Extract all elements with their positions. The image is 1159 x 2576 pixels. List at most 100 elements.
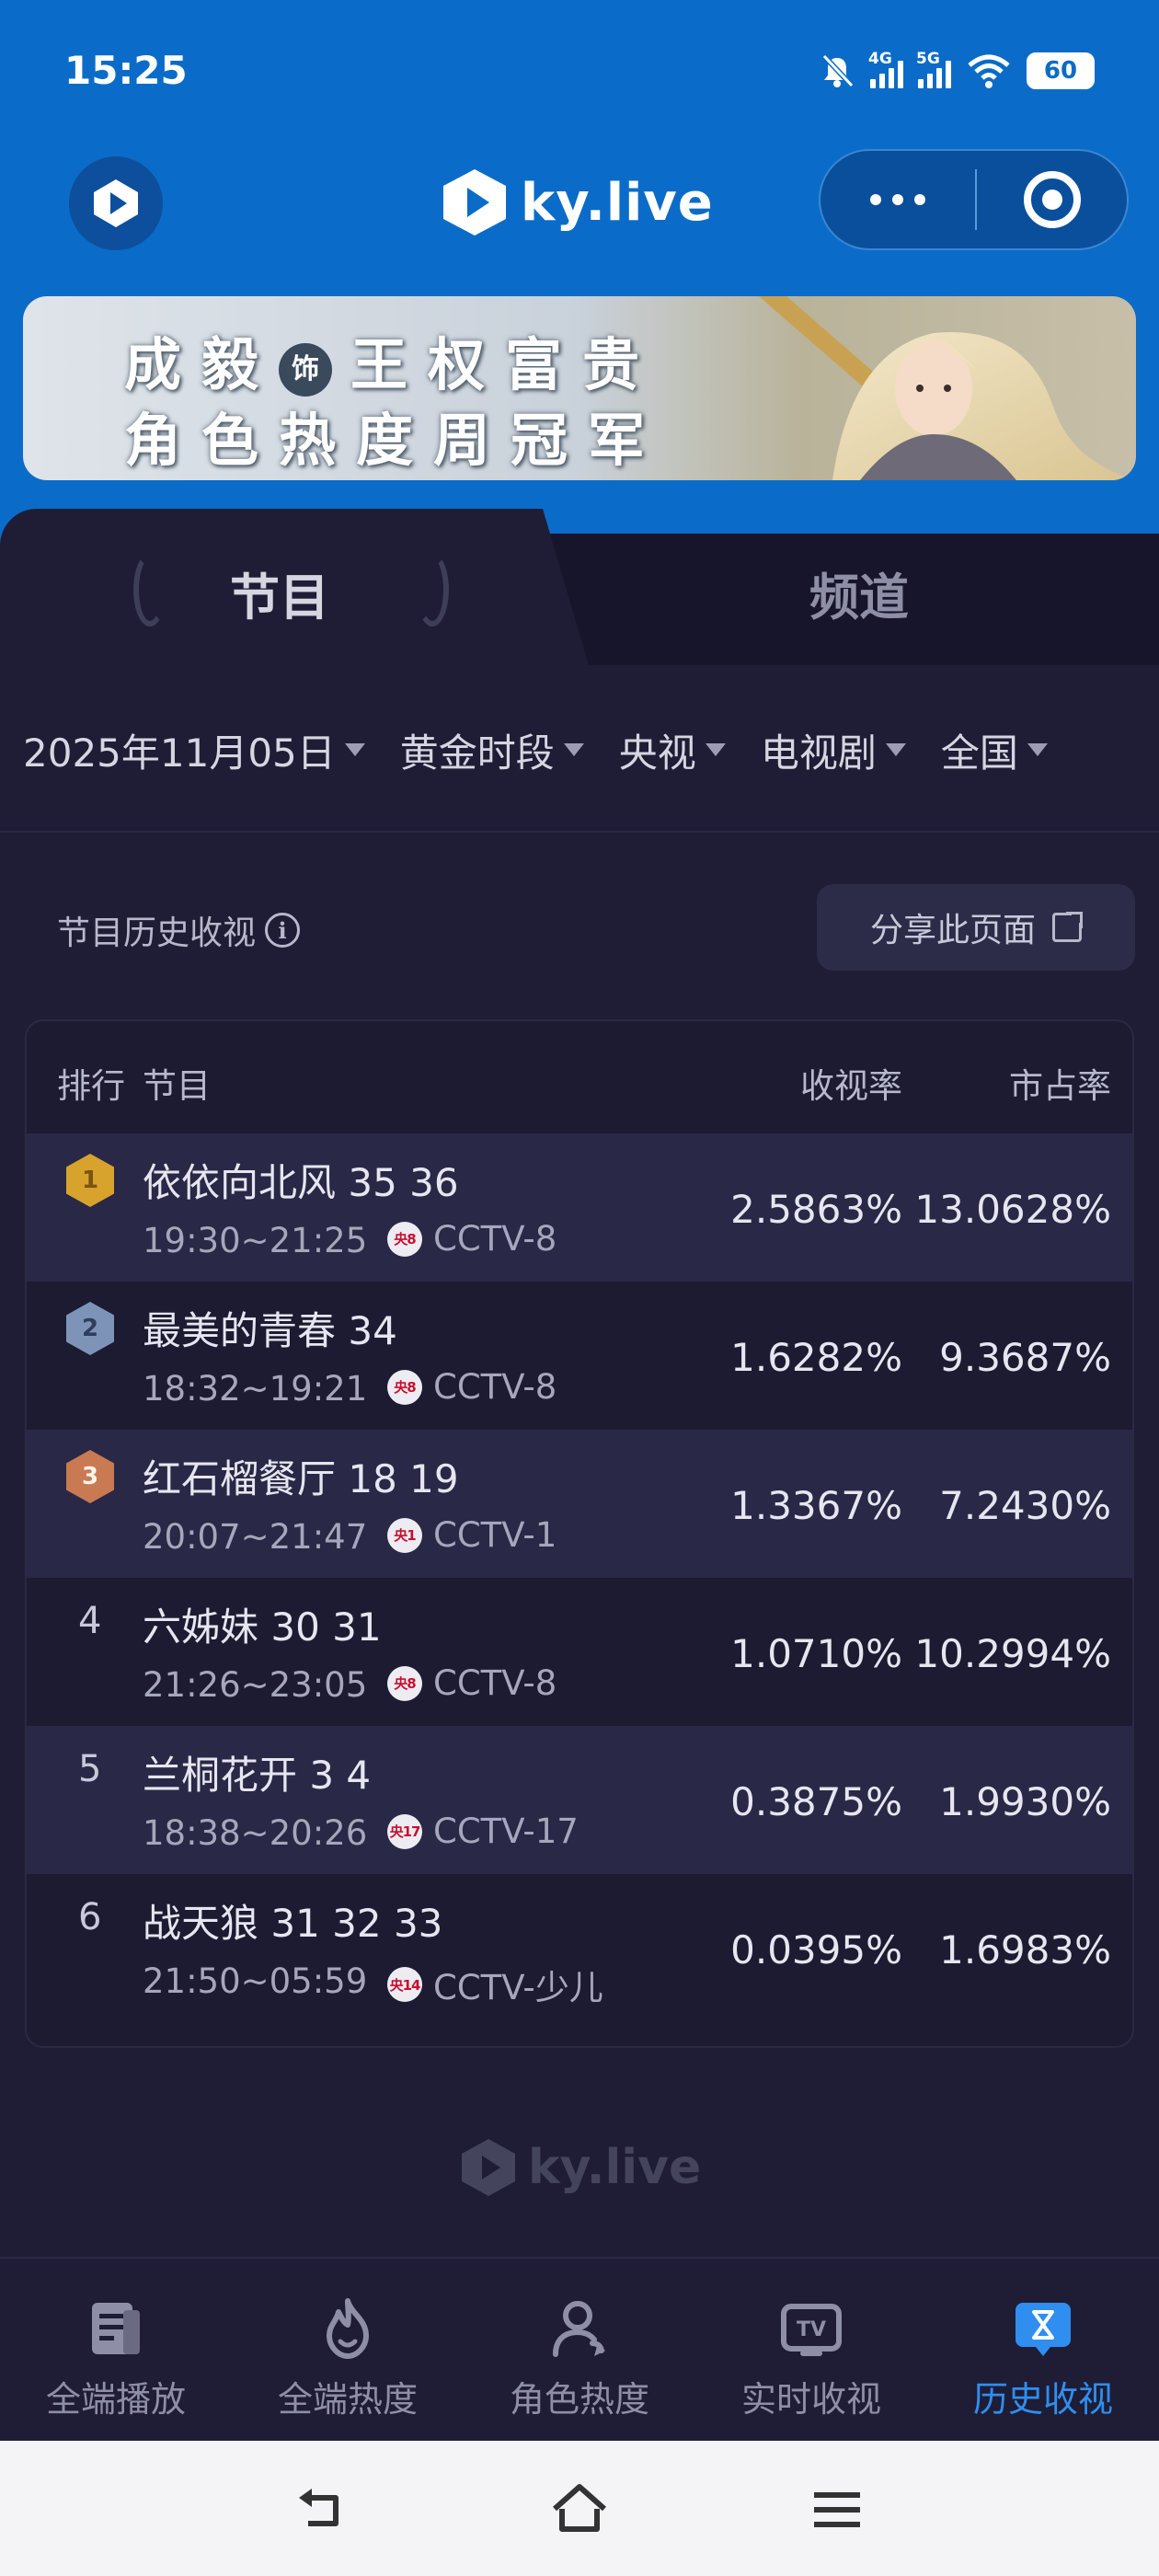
info-icon[interactable]: i <box>265 913 301 948</box>
program-rating: 0.0395% <box>730 1927 902 1972</box>
main-content: 2025年11月05日 黄金时段 央视 电视剧 全国 节目历史收视 i 分享此页… <box>0 665 1159 2257</box>
caret-down-icon <box>344 743 365 756</box>
program-rating: 1.3367% <box>730 1483 902 1528</box>
promo-banner[interactable]: 成毅饰王权富贵 角色热度周冠军 <box>23 296 1136 480</box>
program-time: 19:30~21:25 <box>143 1221 368 1260</box>
mini-app-header: ky.live <box>0 147 1159 258</box>
ky-live-logo-icon <box>443 169 506 236</box>
program-market-share: 1.6983% <box>939 1927 1111 1972</box>
program-market-share: 1.9930% <box>939 1779 1111 1824</box>
status-bar: 15:25 4G 5G 60 <box>0 0 1159 138</box>
program-channel: 央8 CCTV-8 <box>387 1663 557 1703</box>
banner-headline: 成毅饰王权富贵 <box>124 331 660 398</box>
signal-4g-icon: 4G <box>868 50 903 88</box>
app-home-button[interactable] <box>69 156 163 250</box>
banner-role-badge: 饰 <box>279 343 333 397</box>
history-section-title: 节目历史收视 i <box>57 906 301 954</box>
cctv-logo-icon: 央1 <box>387 1517 422 1553</box>
table-row[interactable]: 6 战天狼 31 32 33 21:50~05:59 央14 CCTV-少儿 0.… <box>27 1874 1132 2022</box>
mute-icon <box>821 53 855 88</box>
wifi-icon <box>968 54 1010 88</box>
table-row[interactable]: 1 依依向北风 35 36 19:30~21:25 央8 CCTV-8 2.586… <box>27 1133 1132 1282</box>
rank-number: 4 <box>78 1600 102 1642</box>
nav-character-heat[interactable]: 角色热度 <box>464 2259 695 2441</box>
rank-number: 5 <box>78 1748 102 1790</box>
bronze-medal-icon: 3 <box>66 1450 114 1503</box>
filter-genre[interactable]: 电视剧 <box>761 722 906 778</box>
more-options-button[interactable] <box>820 151 975 248</box>
footer-logo-text: ky.live <box>528 2140 702 2195</box>
system-back-button[interactable] <box>290 2478 354 2542</box>
caret-down-icon <box>705 743 726 756</box>
program-channel: 央8 CCTV-8 <box>387 1367 557 1407</box>
svg-text:TV: TV <box>797 2318 826 2341</box>
close-mini-app-button[interactable] <box>977 151 1127 248</box>
gold-medal-icon: 1 <box>66 1154 114 1207</box>
banner-subheadline: 角色热度周冠军 <box>124 407 666 474</box>
flame-icon <box>327 2298 369 2359</box>
program-rating: 0.3875% <box>730 1779 902 1824</box>
person-icon <box>553 2301 605 2357</box>
table-header: 排行 节目 收视率 市占率 <box>27 1021 1132 1133</box>
home-icon <box>553 2484 606 2532</box>
filter-network[interactable]: 央视 <box>619 722 726 778</box>
divider <box>0 831 1159 833</box>
filter-region[interactable]: 全国 <box>941 722 1048 778</box>
nav-realtime-ratings[interactable]: TV 实时收视 <box>695 2259 927 2441</box>
battery-indicator: 60 <box>1027 52 1095 89</box>
program-name: 最美的青春 34 <box>143 1308 397 1353</box>
silver-medal-icon: 2 <box>66 1302 114 1355</box>
filter-time-slot[interactable]: 黄金时段 <box>400 722 584 778</box>
ratings-table: 排行 节目 收视率 市占率 1 依依向北风 35 36 19:30~21:25 … <box>25 1019 1134 2048</box>
system-home-button[interactable] <box>547 2478 612 2542</box>
nav-history-ratings[interactable]: 历史收视 <box>927 2259 1159 2441</box>
program-rating: 1.6282% <box>730 1335 902 1380</box>
filter-date[interactable]: 2025年11月05日 <box>23 722 365 778</box>
program-time: 18:38~20:26 <box>143 1813 368 1853</box>
program-time: 18:32~19:21 <box>143 1369 368 1409</box>
table-row[interactable]: 4 六姊妹 30 31 21:26~23:05 央8 CCTV-8 1.0710%… <box>27 1578 1132 1726</box>
mini-app-capsule <box>819 149 1129 250</box>
play-doc-icon <box>92 2303 140 2354</box>
menu-icon <box>814 2492 860 2527</box>
status-icons: 4G 5G 60 <box>819 48 1095 94</box>
table-row[interactable]: 3 红石榴餐厅 18 19 20:07~21:47 央1 CCTV-1 1.336… <box>27 1430 1132 1578</box>
caret-down-icon <box>563 743 584 756</box>
cctv-logo-icon: 央14 <box>387 1967 422 2002</box>
filter-bar: 2025年11月05日 黄金时段 央视 电视剧 全国 <box>23 722 1048 777</box>
program-rating: 2.5863% <box>730 1187 902 1232</box>
laurel-left-icon <box>133 553 166 627</box>
history-icon <box>1016 2303 1071 2356</box>
program-name: 战天狼 31 32 33 <box>143 1901 443 1946</box>
cctv-logo-icon: 央8 <box>387 1369 422 1405</box>
system-menu-button[interactable] <box>805 2478 869 2542</box>
caret-down-icon <box>1027 743 1048 756</box>
program-market-share: 9.3687% <box>939 1335 1111 1380</box>
footer-logo: ky.live <box>460 2137 701 2198</box>
tab-channel[interactable]: 频道 <box>809 557 909 629</box>
nav-all-platform-heat[interactable]: 全端热度 <box>232 2259 464 2441</box>
banner-character-image <box>759 296 1136 480</box>
status-time: 15:25 <box>64 48 188 93</box>
cctv-logo-icon: 央8 <box>387 1665 422 1701</box>
header-market-share[interactable]: 市占率 <box>1009 1058 1111 1108</box>
target-icon <box>1023 171 1081 228</box>
cctv-logo-icon: 央8 <box>387 1221 422 1257</box>
program-time: 20:07~21:47 <box>143 1517 368 1557</box>
program-market-share: 10.2994% <box>914 1631 1111 1676</box>
header-rating[interactable]: 收视率 <box>800 1058 902 1108</box>
program-channel: 央8 CCTV-8 <box>387 1219 557 1259</box>
tab-bar: 节目 频道 <box>0 509 1159 665</box>
program-market-share: 7.2430% <box>939 1483 1111 1528</box>
brand-logo: ky.live <box>442 166 714 239</box>
table-row[interactable]: 2 最美的青春 34 18:32~19:21 央8 CCTV-8 1.6282% … <box>27 1282 1132 1430</box>
program-name: 依依向北风 35 36 <box>143 1160 459 1205</box>
tab-program[interactable]: 节目 <box>230 557 329 629</box>
tv-icon: TV <box>781 2304 842 2356</box>
program-time: 21:26~23:05 <box>143 1665 368 1705</box>
nav-all-platform-play[interactable]: 全端播放 <box>0 2259 232 2441</box>
program-time: 21:50~05:59 <box>143 1961 368 2001</box>
share-page-button[interactable]: 分享此页面 <box>817 884 1135 971</box>
table-row[interactable]: 5 兰桐花开 3 4 18:38~20:26 央17 CCTV-17 0.3875… <box>27 1726 1132 1874</box>
brand-logo-text: ky.live <box>521 172 714 233</box>
